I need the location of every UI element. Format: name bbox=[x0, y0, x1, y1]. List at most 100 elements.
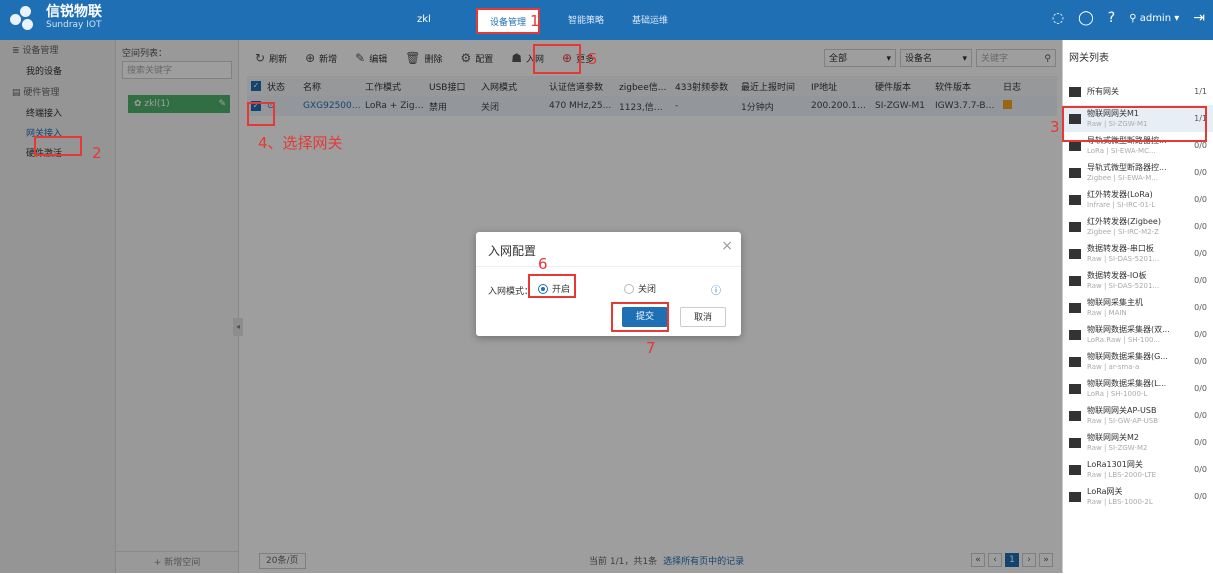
logo-icon bbox=[10, 6, 40, 32]
current-node: zkl bbox=[417, 14, 431, 25]
bulb-icon[interactable]: ◌ bbox=[1052, 10, 1064, 26]
gateway-sub: Raw | ar-sma-a bbox=[1087, 362, 1140, 371]
device-icon bbox=[1069, 140, 1081, 151]
gateway-count: 0/0 bbox=[1194, 357, 1207, 366]
device-icon bbox=[1069, 248, 1081, 259]
folder-icon bbox=[1069, 86, 1081, 97]
gateway-item[interactable]: 物联网数据采集器(L... LoRa | SH-1000-L 0/0 bbox=[1063, 375, 1213, 402]
gateway-name: 数据转发器-串口板 bbox=[1087, 243, 1154, 253]
gateway-name: LoRa网关 bbox=[1087, 486, 1123, 496]
gateway-name: 数据转发器-IO板 bbox=[1087, 270, 1147, 280]
gateway-sub: LoRa | SH-1000-L bbox=[1087, 389, 1148, 398]
gateway-name: 物联网数据采集器(双... bbox=[1087, 324, 1170, 334]
radio-icon bbox=[624, 283, 634, 294]
top-bar: 信锐物联 Sundray IOT zkl 设备管理 智能策略 基础运维 ◌ ◯ … bbox=[0, 0, 1213, 40]
gateway-name: LoRa1301网关 bbox=[1087, 459, 1143, 469]
gateway-count: 0/0 bbox=[1194, 411, 1207, 420]
gateway-sub: Raw | SI-ZGW-M2 bbox=[1087, 443, 1148, 452]
device-icon bbox=[1069, 437, 1081, 448]
annotation-box-join bbox=[533, 44, 581, 74]
gateway-name: 物联网数据采集器(G... bbox=[1087, 351, 1168, 361]
annotation-box-gateway bbox=[1062, 106, 1207, 142]
radio-join-off[interactable]: 关闭 bbox=[624, 282, 656, 295]
annotation-4: 4、选择网关 bbox=[258, 134, 343, 152]
gateway-count: 0/0 bbox=[1194, 222, 1207, 231]
device-icon bbox=[1069, 194, 1081, 205]
gateway-item[interactable]: 物联网数据采集器(G... Raw | ar-sma-a 0/0 bbox=[1063, 348, 1213, 375]
annotation-3: 3 bbox=[1050, 118, 1060, 136]
gateway-item[interactable]: 导轨式微型断路器控... Zigbee | SI-EWA-M... 0/0 bbox=[1063, 159, 1213, 186]
gateway-sub: LoRa.Raw | SH-100... bbox=[1087, 335, 1161, 344]
gateway-name: 物联网采集主机 bbox=[1087, 297, 1143, 307]
join-config-dialog: 入网配置 × 入网模式： 开启 关闭 ⓘ 提交 取消 bbox=[476, 232, 741, 336]
admin-menu[interactable]: ⚲ admin ▾ bbox=[1129, 13, 1179, 24]
annotation-box-row bbox=[247, 102, 275, 126]
gateway-sub: LoRa | SI-EWA-MC... bbox=[1087, 146, 1156, 155]
logo-cn: 信锐物联 bbox=[46, 4, 102, 20]
gateway-item[interactable]: 红外转发器(Zigbee) Zigbee | SI-IRC-M2-Z 0/0 bbox=[1063, 213, 1213, 240]
gateway-count: 0/0 bbox=[1194, 438, 1207, 447]
gateway-count: 0/0 bbox=[1194, 141, 1207, 150]
gateway-count: 0/0 bbox=[1194, 330, 1207, 339]
device-icon bbox=[1069, 329, 1081, 340]
gateway-item[interactable]: 物联网采集主机 Raw | MAIN 0/0 bbox=[1063, 294, 1213, 321]
device-icon bbox=[1069, 464, 1081, 475]
gateway-item[interactable]: LoRa1301网关 Raw | LBS-2000-LTE 0/0 bbox=[1063, 456, 1213, 483]
gateway-count: 0/0 bbox=[1194, 384, 1207, 393]
annotation-6: 6 bbox=[538, 255, 548, 273]
gateway-name: 物联网网关AP-USB bbox=[1087, 405, 1157, 415]
tab-basic-ops[interactable]: 基础运维 bbox=[620, 8, 680, 34]
gateway-item[interactable]: 物联网网关M2 Raw | SI-ZGW-M2 0/0 bbox=[1063, 429, 1213, 456]
gateway-sub: Raw | SI-DAS-5201... bbox=[1087, 254, 1160, 263]
gateway-item[interactable]: LoRa网关 Raw | LBS-1000-2L 0/0 bbox=[1063, 483, 1213, 510]
gateway-sub: Zigbee | SI-EWA-M... bbox=[1087, 173, 1158, 182]
gateway-sub: Raw | LBS-2000-LTE bbox=[1087, 470, 1157, 479]
annotation-1: 1 bbox=[530, 12, 540, 30]
gateway-count: 0/0 bbox=[1194, 276, 1207, 285]
gateway-item-all[interactable]: 所有网关 1/1 bbox=[1063, 78, 1213, 105]
device-icon bbox=[1069, 275, 1081, 286]
logo-en: Sundray IOT bbox=[46, 20, 102, 30]
gateway-item[interactable]: 红外转发器(LoRa) Infrare | SI-IRC-01-L 0/0 bbox=[1063, 186, 1213, 213]
gateway-count: 0/0 bbox=[1194, 492, 1207, 501]
device-icon bbox=[1069, 491, 1081, 502]
gateway-item[interactable]: 数据转发器-IO板 Raw | SI-DAS-5201... 0/0 bbox=[1063, 267, 1213, 294]
gateway-sub: Raw | SI-DAS-5201... bbox=[1087, 281, 1160, 290]
device-icon bbox=[1069, 221, 1081, 232]
device-icon bbox=[1069, 383, 1081, 394]
gateway-name: 物联网网关M2 bbox=[1087, 432, 1139, 442]
gateway-sub: Raw | MAIN bbox=[1087, 308, 1127, 317]
gateway-count: 0/0 bbox=[1194, 195, 1207, 204]
annotation-5: 5 bbox=[588, 50, 598, 68]
info-icon[interactable]: ⓘ bbox=[711, 282, 721, 297]
device-icon bbox=[1069, 167, 1081, 178]
cancel-button[interactable]: 取消 bbox=[680, 307, 726, 327]
device-icon bbox=[1069, 410, 1081, 421]
dialog-title: 入网配置 bbox=[488, 244, 537, 258]
annotation-7: 7 bbox=[646, 339, 656, 357]
tab-smart-strategy[interactable]: 智能策略 bbox=[556, 8, 616, 34]
annotation-box-nav bbox=[34, 136, 82, 156]
close-icon[interactable]: × bbox=[721, 238, 733, 254]
device-icon bbox=[1069, 302, 1081, 313]
help-icon[interactable]: ? bbox=[1108, 10, 1115, 26]
gateway-sub: Raw | SI-GW-AP-USB bbox=[1087, 416, 1159, 425]
annotation-box-radio bbox=[528, 274, 576, 298]
join-mode-label: 入网模式： bbox=[488, 287, 534, 297]
annotation-box-submit bbox=[611, 302, 669, 332]
chat-icon[interactable]: ◯ bbox=[1078, 10, 1094, 26]
annotation-2: 2 bbox=[92, 144, 102, 162]
gateway-panel-title: 网关列表 bbox=[1069, 53, 1109, 64]
gateway-name: 红外转发器(LoRa) bbox=[1087, 189, 1153, 199]
gateway-count: 0/0 bbox=[1194, 249, 1207, 258]
gateway-item[interactable]: 物联网数据采集器(双... LoRa.Raw | SH-100... 0/0 bbox=[1063, 321, 1213, 348]
gateway-count: 0/0 bbox=[1194, 303, 1207, 312]
logout-icon[interactable]: ⇥ bbox=[1193, 10, 1205, 26]
gateway-item[interactable]: 数据转发器-串口板 Raw | SI-DAS-5201... 0/0 bbox=[1063, 240, 1213, 267]
gateway-item[interactable]: 物联网网关AP-USB Raw | SI-GW-AP-USB 0/0 bbox=[1063, 402, 1213, 429]
logo: 信锐物联 Sundray IOT bbox=[10, 4, 102, 32]
gateway-name: 导轨式微型断路器控... bbox=[1087, 162, 1167, 172]
gateway-count: 0/0 bbox=[1194, 465, 1207, 474]
device-icon bbox=[1069, 356, 1081, 367]
gateway-count: 0/0 bbox=[1194, 168, 1207, 177]
